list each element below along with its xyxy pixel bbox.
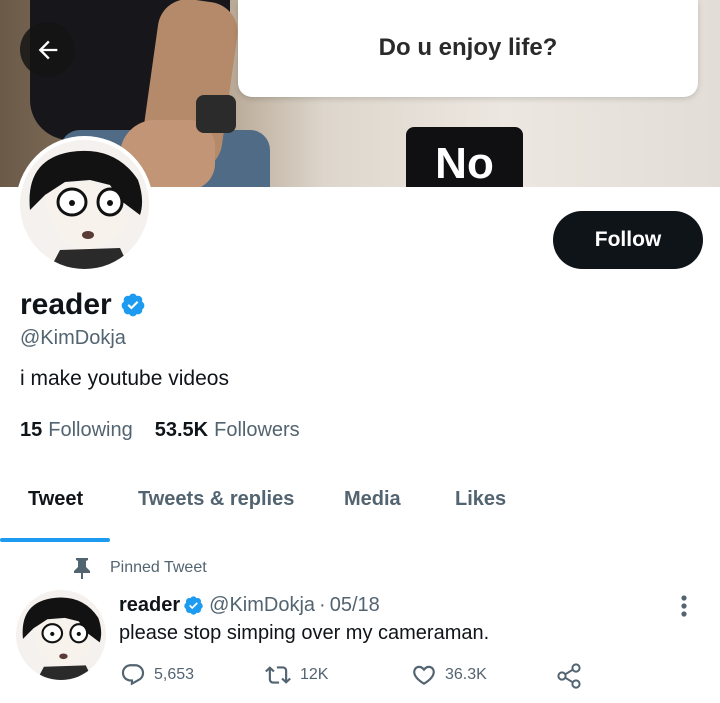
like-button[interactable]: 36.3K — [411, 662, 487, 688]
profile-stats: 15 Following 53.5K Followers — [20, 419, 322, 442]
retweet-count: 12K — [300, 666, 329, 683]
tweet-author-name[interactable]: reader — [119, 594, 180, 617]
reply-count: 5,653 — [154, 666, 195, 683]
profile-display-name: reader — [20, 288, 112, 321]
pin-icon — [74, 558, 90, 579]
following-count: 15 — [20, 419, 43, 441]
tab-likes[interactable]: Likes — [455, 488, 506, 511]
profile-handle: @KimDokja — [20, 327, 126, 349]
followers-label: Followers — [214, 419, 300, 441]
share-button[interactable] — [555, 662, 583, 690]
profile-name-row: reader — [20, 288, 146, 322]
banner-dialog: Do u enjoy life? — [238, 0, 698, 97]
follow-button[interactable]: Follow — [553, 211, 703, 269]
profile-tabs: Tweet Tweets & replies Media Likes — [0, 470, 720, 542]
reply-icon — [121, 664, 145, 686]
banner-no-button: No — [406, 127, 523, 187]
heart-icon — [413, 665, 435, 685]
retweet-icon — [265, 666, 291, 684]
share-icon — [557, 663, 581, 689]
reply-button[interactable]: 5,653 — [120, 662, 194, 688]
followers-count: 53.5K — [154, 419, 209, 441]
tab-tweet[interactable]: Tweet — [28, 488, 83, 511]
following-stat[interactable]: 15 Following — [20, 419, 133, 442]
pinned-tweet-label: Pinned Tweet — [110, 559, 207, 576]
retweet-button[interactable]: 12K — [264, 662, 328, 688]
tweet-separator: · — [319, 594, 326, 616]
banner-watch — [196, 95, 236, 133]
arrow-left-icon — [38, 40, 57, 59]
tab-media[interactable]: Media — [344, 488, 401, 511]
back-button[interactable] — [20, 22, 75, 77]
profile-bio: i make youtube videos — [20, 367, 229, 390]
verified-badge-icon — [120, 292, 146, 318]
verified-badge-icon — [183, 595, 204, 616]
profile-avatar[interactable] — [16, 136, 153, 273]
tweet-header: reader @KimDokja · 05/18 — [119, 594, 380, 617]
banner-dialog-text: Do u enjoy life? — [378, 33, 558, 61]
followers-stat[interactable]: 53.5K Followers — [155, 419, 300, 442]
tweet-text: please stop simping over my cameraman. — [119, 622, 490, 644]
tweet-more-button[interactable] — [670, 592, 698, 620]
tab-tweets-replies[interactable]: Tweets & replies — [138, 488, 294, 511]
more-vertical-icon — [681, 595, 687, 617]
pinned-tweet-label-row: Pinned Tweet — [72, 557, 207, 579]
following-label: Following — [48, 419, 133, 441]
like-count: 36.3K — [445, 666, 487, 683]
tweet-author-handle[interactable]: @KimDokja — [209, 594, 315, 617]
tweet-actions: 5,653 12K 36.3K — [0, 662, 720, 698]
tab-active-indicator — [0, 538, 110, 542]
tweet-date[interactable]: 05/18 — [330, 594, 380, 617]
